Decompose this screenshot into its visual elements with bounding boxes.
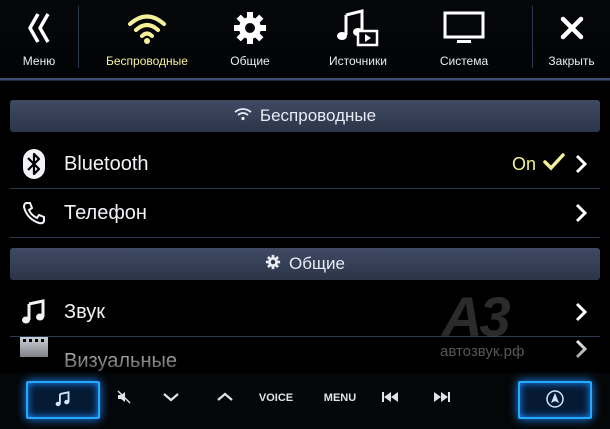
menu-hardware-button[interactable]: MENU bbox=[320, 381, 360, 415]
chevron-right-icon bbox=[568, 189, 594, 237]
film-icon bbox=[14, 336, 54, 372]
next-track-icon bbox=[434, 391, 452, 405]
tab-system-label: Система bbox=[439, 54, 489, 68]
music-note-icon bbox=[55, 390, 71, 410]
section-header-general: Общие bbox=[10, 248, 600, 280]
tab-wireless-label: Беспроводные bbox=[106, 54, 188, 68]
divider bbox=[78, 6, 79, 68]
scroll-down-button[interactable] bbox=[158, 381, 184, 415]
hardware-button-bar: VOICE MENU bbox=[0, 373, 610, 429]
tab-system[interactable]: Система bbox=[418, 0, 510, 78]
list-item-sound[interactable]: Звук bbox=[10, 288, 600, 337]
chevron-down-icon bbox=[162, 392, 180, 405]
tab-general-label: Общие bbox=[230, 54, 270, 68]
list-item-phone[interactable]: Телефон bbox=[10, 189, 600, 238]
chevron-right-icon bbox=[568, 336, 594, 372]
chevron-right-icon bbox=[568, 288, 594, 336]
wifi-icon bbox=[234, 106, 252, 126]
mute-button[interactable] bbox=[112, 381, 136, 415]
gear-icon bbox=[265, 254, 281, 275]
watermark-text: автозвук.рф bbox=[440, 343, 525, 360]
mute-icon bbox=[117, 389, 131, 407]
phone-icon bbox=[14, 189, 54, 237]
bluetooth-icon bbox=[14, 140, 54, 188]
previous-track-icon bbox=[382, 391, 400, 405]
phone-label: Телефон bbox=[64, 201, 147, 224]
gear-icon bbox=[232, 4, 268, 52]
section-title: Общие bbox=[289, 254, 345, 273]
menu-label: Меню bbox=[22, 54, 56, 68]
checkmark-icon bbox=[542, 152, 566, 177]
bluetooth-label: Bluetooth bbox=[64, 152, 149, 175]
watermark-logo: A3 bbox=[442, 285, 511, 348]
section-title: Беспроводные bbox=[259, 106, 377, 125]
bluetooth-status: On bbox=[511, 153, 536, 174]
close-button[interactable]: Закрыть bbox=[533, 0, 610, 78]
voice-button[interactable]: VOICE bbox=[255, 381, 297, 415]
scroll-up-button[interactable] bbox=[212, 381, 238, 415]
double-chevron-left-icon bbox=[27, 4, 51, 52]
previous-track-button[interactable] bbox=[378, 381, 404, 415]
chevron-up-icon bbox=[216, 392, 234, 405]
top-navigation-bar: Меню Беспроводные Общие Источники Систем… bbox=[0, 0, 610, 80]
close-label: Закрыть bbox=[548, 54, 595, 68]
music-button[interactable] bbox=[26, 381, 100, 419]
music-note-icon bbox=[14, 288, 54, 336]
tab-sources[interactable]: Источники bbox=[310, 0, 406, 78]
tab-sources-label: Источники bbox=[329, 54, 387, 68]
close-icon bbox=[558, 4, 586, 52]
menu-button[interactable]: Меню bbox=[0, 0, 78, 78]
navigation-button[interactable] bbox=[518, 381, 592, 419]
next-track-button[interactable] bbox=[430, 381, 456, 415]
tab-wireless[interactable]: Беспроводные bbox=[92, 0, 202, 78]
music-source-icon bbox=[337, 4, 379, 52]
monitor-icon bbox=[443, 4, 485, 52]
tab-general[interactable]: Общие bbox=[205, 0, 295, 78]
wifi-icon bbox=[127, 4, 167, 52]
section-header-wireless: Беспроводные bbox=[10, 100, 600, 132]
list-item-bluetooth[interactable]: Bluetooth On bbox=[10, 140, 600, 189]
chevron-right-icon bbox=[568, 140, 594, 188]
navigation-icon bbox=[546, 389, 564, 411]
